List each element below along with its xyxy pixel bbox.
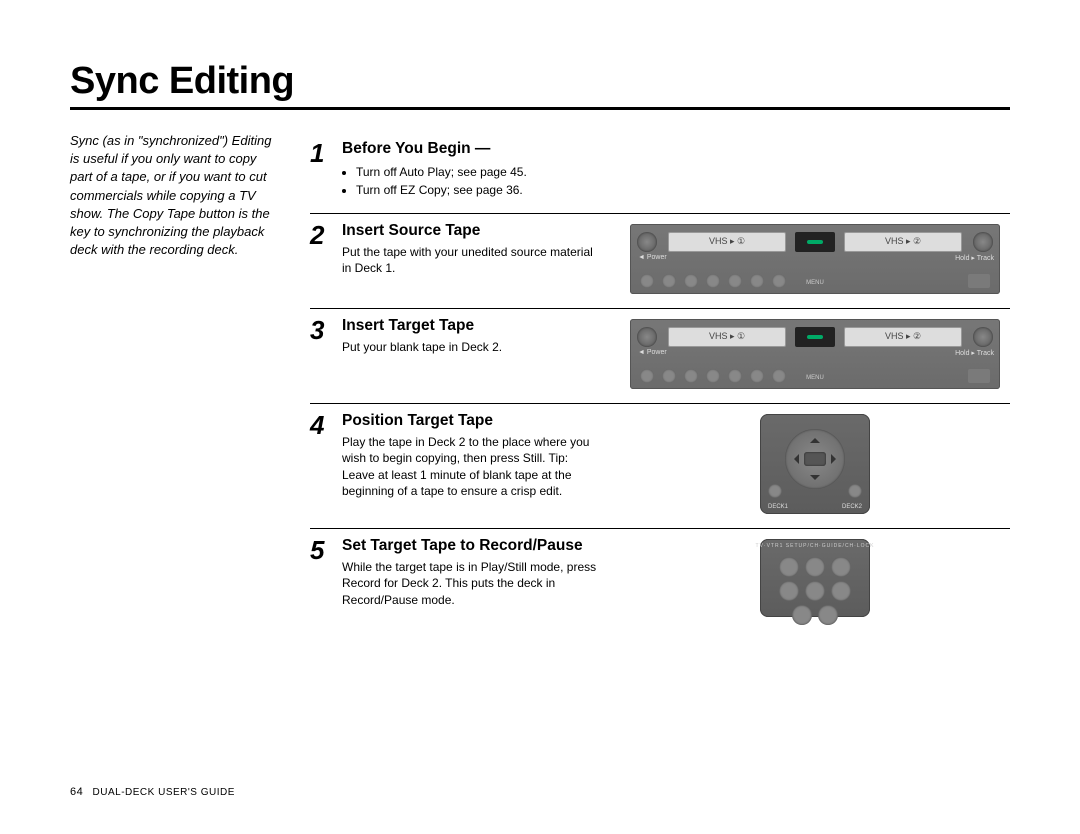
deck1-button-icon <box>768 484 782 498</box>
step-heading: Before You Begin — <box>342 140 600 159</box>
step-description: Put the tape with your unedited source m… <box>342 244 600 276</box>
logo-plate <box>968 369 990 383</box>
tape-slot-2: VHS ▸ ② <box>844 232 962 252</box>
remote-button-icon <box>831 581 851 601</box>
step-3: 3 Insert Target Tape Put your blank tape… <box>310 309 1010 404</box>
transport-button-icon <box>728 274 742 288</box>
menu-label: MENU <box>806 375 824 381</box>
transport-button-icon <box>662 274 676 288</box>
step-1: 1 Before You Begin — Turn off Auto Play;… <box>310 132 1010 214</box>
transport-button-icon <box>684 274 698 288</box>
step-heading: Insert Source Tape <box>342 222 600 241</box>
transport-button-icon <box>684 369 698 383</box>
power-knob-icon <box>637 327 657 347</box>
transport-button-icon <box>750 274 764 288</box>
power-knob-icon <box>637 232 657 252</box>
step-heading: Position Target Tape <box>342 412 600 431</box>
arrow-left-icon <box>789 454 799 464</box>
deck2-button-icon <box>848 484 862 498</box>
step-illustration: VHS ▸ ① VHS ▸ ② ◄ Power Hold ▸ Track <box>620 317 1010 389</box>
power-caption: ◄ Power <box>638 254 667 261</box>
steps-column: 1 Before You Begin — Turn off Auto Play;… <box>310 132 1010 631</box>
remote-button-icon <box>779 557 799 577</box>
page-title: Sync Editing <box>70 60 1010 110</box>
step-description: Put your blank tape in Deck 2. <box>342 339 600 355</box>
step-illustration <box>620 140 1010 142</box>
step-illustration: VHS ▸ ① VHS ▸ ② ◄ Power Hold ▸ Track <box>620 222 1010 294</box>
transport-button-icon <box>772 369 786 383</box>
vcr-panel-illustration: VHS ▸ ① VHS ▸ ② ◄ Power Hold ▸ Track <box>630 224 1000 294</box>
step-5: 5 Set Target Tape to Record/Pause While … <box>310 529 1010 631</box>
arrow-down-icon <box>810 475 820 485</box>
remote-button-icon <box>792 605 812 625</box>
track-caption: Hold ▸ Track <box>955 254 994 262</box>
step-description: While the target tape is in Play/Still m… <box>342 559 600 608</box>
remote-grid-illustration: TV·VTR1 SETUP/CH·GUIDE/CH·LOCK <box>760 539 870 617</box>
step-number: 2 <box>310 222 332 277</box>
tape-slot-1: VHS ▸ ① <box>668 327 786 347</box>
transport-buttons <box>640 274 786 288</box>
step-heading: Set Target Tape to Record/Pause <box>342 537 600 556</box>
arrow-up-icon <box>810 433 820 443</box>
step-illustration: DECK1 DECK2 <box>620 412 1010 514</box>
track-knob-icon <box>973 232 993 252</box>
arrow-right-icon <box>831 454 841 464</box>
bullet-item: Turn off Auto Play; see page 45. <box>356 163 600 181</box>
step-heading: Insert Target Tape <box>342 317 600 336</box>
transport-button-icon <box>640 274 654 288</box>
display-icon <box>795 232 835 252</box>
deck1-label: DECK1 <box>768 504 788 510</box>
remote-button-icon <box>805 581 825 601</box>
intro-text: Sync (as in "synchronized") Editing is u… <box>70 132 280 631</box>
deck2-label: DECK2 <box>842 504 862 510</box>
transport-button-icon <box>706 274 720 288</box>
tape-slot-2: VHS ▸ ② <box>844 327 962 347</box>
step-number: 1 <box>310 140 332 199</box>
step-description: Play the tape in Deck 2 to the place whe… <box>342 434 600 499</box>
step-4: 4 Position Target Tape Play the tape in … <box>310 404 1010 529</box>
remote-button-icon <box>818 605 838 625</box>
remote-button-icon <box>779 581 799 601</box>
page-number: 64 <box>70 786 83 798</box>
step-number: 4 <box>310 412 332 499</box>
remote-button-icon <box>831 557 851 577</box>
transport-button-icon <box>662 369 676 383</box>
page-footer: 64 DUAL-DECK USER'S GUIDE <box>70 786 235 798</box>
menu-label: MENU <box>806 280 824 286</box>
remote-arc-label: TV·VTR1 SETUP/CH·GUIDE/CH·LOCK <box>756 543 875 549</box>
bullet-item: Turn off EZ Copy; see page 36. <box>356 181 600 199</box>
track-caption: Hold ▸ Track <box>955 349 994 357</box>
dpad-icon <box>785 429 845 489</box>
step-bullets: Turn off Auto Play; see page 45. Turn of… <box>342 163 600 199</box>
step-illustration: TV·VTR1 SETUP/CH·GUIDE/CH·LOCK <box>620 537 1010 617</box>
transport-button-icon <box>640 369 654 383</box>
remote-dpad-illustration: DECK1 DECK2 <box>760 414 870 514</box>
display-icon <box>795 327 835 347</box>
tape-slot-1: VHS ▸ ① <box>668 232 786 252</box>
transport-button-icon <box>772 274 786 288</box>
footer-guide-name: DUAL-DECK USER'S GUIDE <box>93 787 235 798</box>
remote-button-icon <box>805 557 825 577</box>
logo-plate <box>968 274 990 288</box>
power-caption: ◄ Power <box>638 349 667 356</box>
step-2: 2 Insert Source Tape Put the tape with y… <box>310 214 1010 309</box>
transport-buttons <box>640 369 786 383</box>
step-number: 3 <box>310 317 332 356</box>
track-knob-icon <box>973 327 993 347</box>
step-number: 5 <box>310 537 332 608</box>
vcr-panel-illustration: VHS ▸ ① VHS ▸ ② ◄ Power Hold ▸ Track <box>630 319 1000 389</box>
transport-button-icon <box>728 369 742 383</box>
transport-button-icon <box>706 369 720 383</box>
content-area: Sync (as in "synchronized") Editing is u… <box>70 132 1010 631</box>
transport-button-icon <box>750 369 764 383</box>
